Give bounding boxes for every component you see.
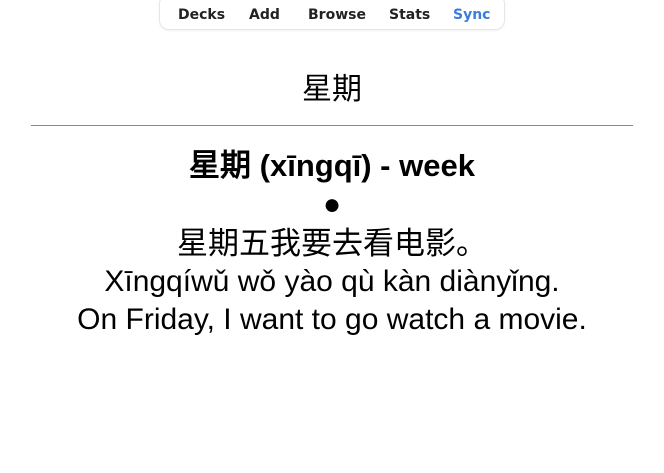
browse-link[interactable]: Browse — [308, 7, 366, 24]
answer-divider — [31, 125, 633, 126]
example-sentence-hanzi: 星期五我要去看电影。 — [177, 226, 487, 262]
card-answer-heading: 星期 (xīngqī) - week — [189, 148, 475, 183]
example-sentence-pinyin: Xīngqíwǔ wǒ yào qù kàn diànyǐng. — [104, 265, 560, 298]
sync-link[interactable]: Sync — [453, 7, 490, 24]
example-sentence-english: On Friday, I want to go watch a movie. — [77, 303, 587, 336]
bullet-icon: ● — [322, 188, 342, 221]
card-front-word: 星期 — [302, 72, 362, 107]
top-toolbar: Decks Add Browse Stats Sync — [159, 0, 505, 30]
decks-link[interactable]: Decks — [178, 7, 225, 24]
stats-link[interactable]: Stats — [389, 7, 430, 24]
add-link[interactable]: Add — [249, 7, 280, 24]
